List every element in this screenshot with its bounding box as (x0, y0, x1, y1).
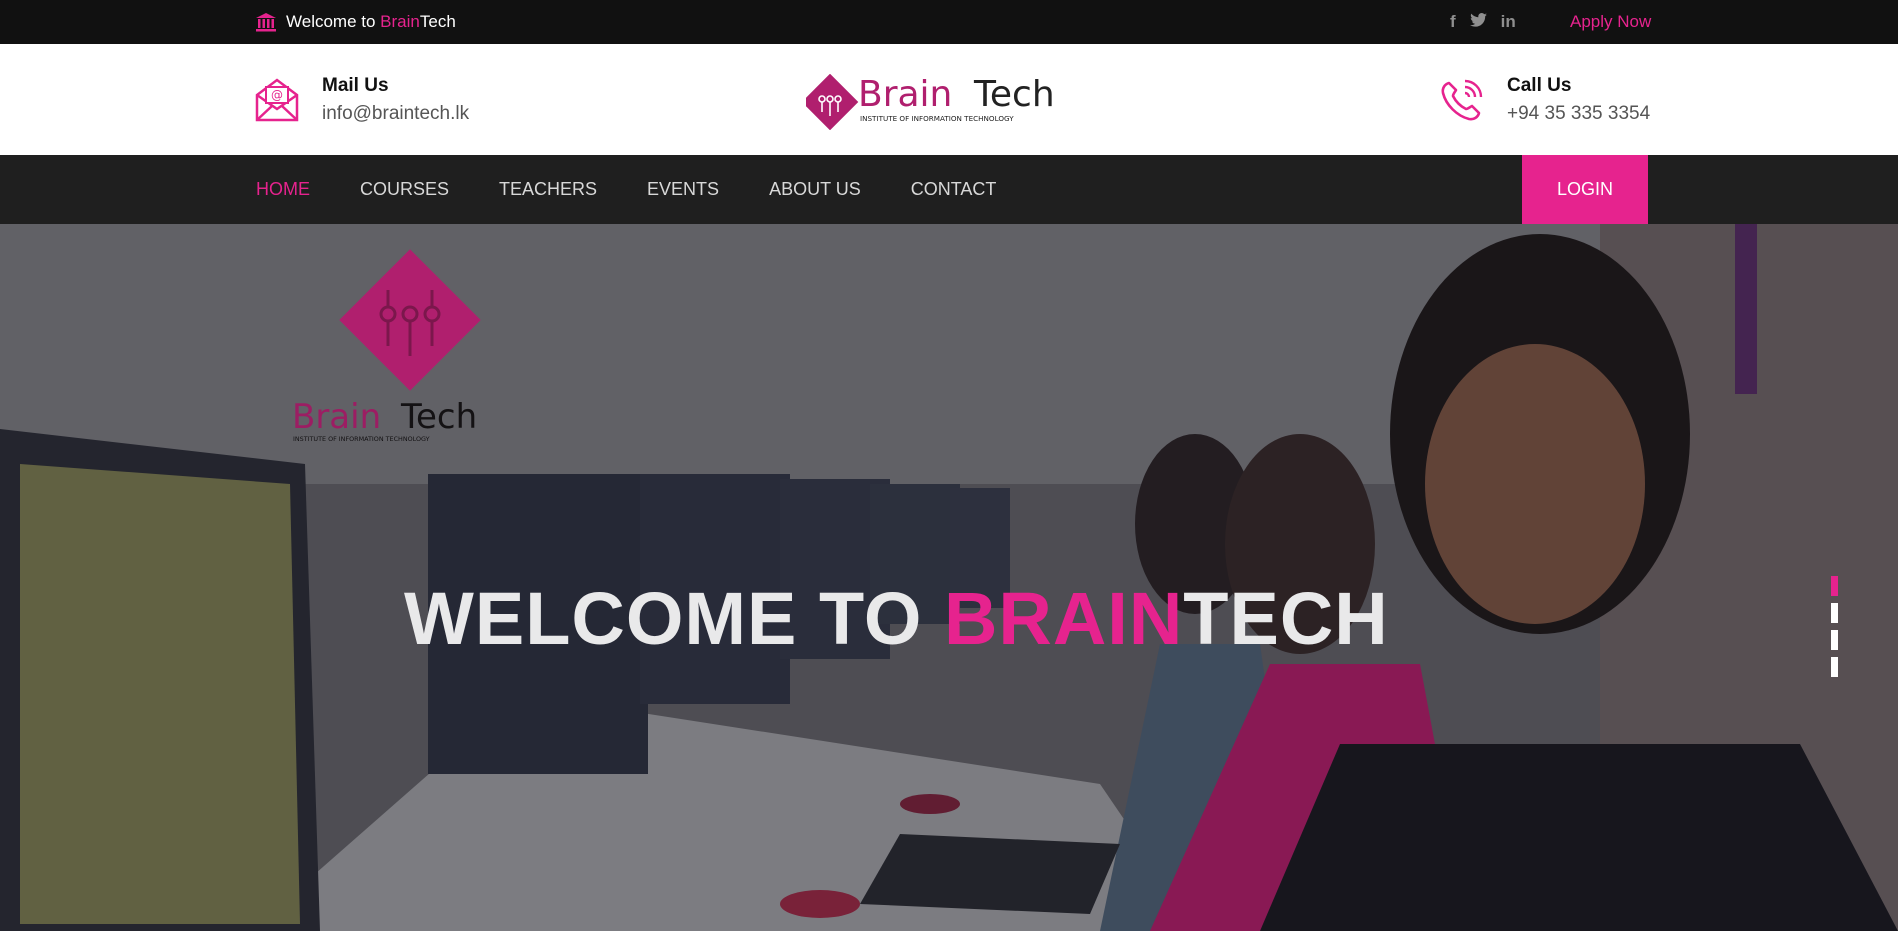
nav-item-courses[interactable]: COURSES (360, 179, 449, 200)
hero-logo-tech-text: Tech (400, 397, 477, 437)
hero-slider: Brain Tech INSTITUTE OF INFORMATION TECH… (0, 224, 1898, 931)
slider-dot-2[interactable] (1831, 603, 1838, 623)
social-links: f in (1450, 0, 1516, 44)
nav-item-about-us[interactable]: ABOUT US (769, 179, 861, 200)
facebook-icon[interactable]: f (1450, 12, 1456, 32)
slider-dot-4[interactable] (1831, 657, 1838, 677)
nav-item-contact[interactable]: CONTACT (911, 179, 997, 200)
nav-item-teachers[interactable]: TEACHERS (499, 179, 597, 200)
welcome-brand-tech: Tech (419, 12, 456, 31)
logo-tagline: INSTITUTE OF INFORMATION TECHNOLOGY (860, 114, 1014, 123)
institution-icon (256, 13, 276, 32)
slider-dot-1[interactable] (1831, 576, 1838, 596)
hero-headline: WELCOME TO BRAINTECH (404, 576, 1389, 661)
mail-address[interactable]: info@braintech.lk (322, 103, 469, 125)
welcome-brand-brain: Brain (380, 12, 420, 31)
site-header: @ Mail Us info@braintech.lk Brain Tech I… (0, 44, 1898, 155)
twitter-icon[interactable] (1469, 12, 1487, 32)
top-bar: Welcome to BrainTech f in Apply Now (0, 0, 1898, 44)
phone-icon (1441, 79, 1483, 120)
login-button[interactable]: LOGIN (1522, 155, 1648, 224)
hero-braintech-logo: Brain Tech INSTITUTE OF INFORMATION TECH… (292, 249, 481, 443)
slider-pagination (1831, 576, 1838, 684)
mail-icon: @ (255, 77, 299, 121)
call-us-block: Call Us +94 35 335 3354 (1437, 44, 1650, 155)
call-title: Call Us (1507, 74, 1572, 96)
welcome-message: Welcome to BrainTech (255, 0, 456, 44)
welcome-prefix: Welcome to (286, 12, 381, 31)
mail-us-block: @ Mail Us info@braintech.lk (252, 44, 469, 155)
hero-logo-brain-text: Brain (292, 397, 381, 437)
headline-brain: BRAIN (943, 577, 1184, 660)
nav-item-home[interactable]: HOME (256, 179, 310, 200)
braintech-logo[interactable]: Brain Tech INSTITUTE OF INFORMATION TECH… (806, 74, 1096, 130)
hero-logo-tagline: INSTITUTE OF INFORMATION TECHNOLOGY (293, 435, 430, 443)
headline-tech: TECH (1183, 577, 1389, 660)
logo-brain-text: Brain (858, 74, 952, 115)
slider-dot-3[interactable] (1831, 630, 1838, 650)
mail-title: Mail Us (322, 74, 389, 96)
svg-text:@: @ (271, 88, 283, 102)
nav-item-events[interactable]: EVENTS (647, 179, 719, 200)
logo-tech-text: Tech (973, 74, 1055, 115)
nav-menu: HOME COURSES TEACHERS EVENTS ABOUT US CO… (256, 155, 996, 224)
headline-welcome-to: WELCOME TO (404, 577, 944, 660)
main-navigation: HOME COURSES TEACHERS EVENTS ABOUT US CO… (0, 155, 1898, 224)
linkedin-icon[interactable]: in (1501, 12, 1516, 32)
apply-now-link[interactable]: Apply Now (1570, 0, 1651, 44)
phone-number[interactable]: +94 35 335 3354 (1507, 103, 1650, 125)
